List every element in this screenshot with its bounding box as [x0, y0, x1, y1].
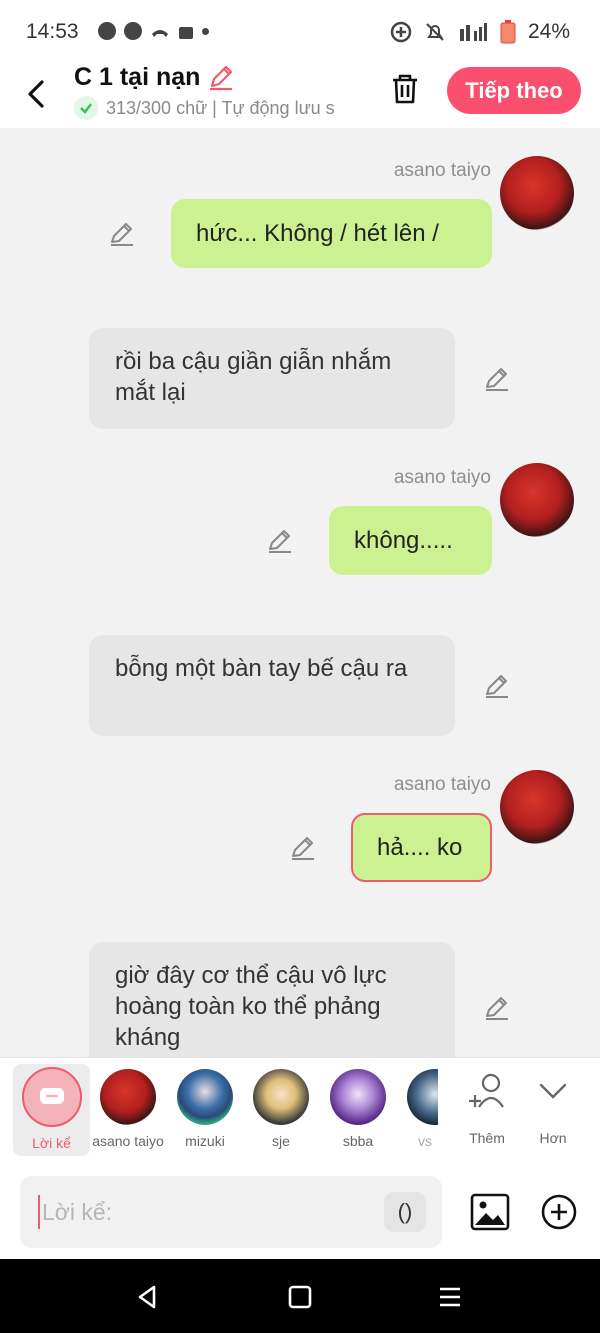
next-button[interactable]: Tiếp theo [447, 67, 581, 114]
avatar [100, 1069, 156, 1125]
character-item[interactable]: asano taiyo [90, 1069, 166, 1149]
fade-overlay [438, 1058, 458, 1165]
message-text: hả.... ko [377, 833, 463, 861]
character-label: vs [418, 1133, 432, 1149]
more-label: Thêm [469, 1130, 505, 1146]
narration-icon [21, 1067, 82, 1127]
message-text: hức... Không / hét lên / [196, 219, 439, 247]
editor-header: C 1 tại nạn 313/300 chữ | Tự động lưu s … [0, 62, 600, 128]
character-narrator[interactable]: Lời kể [13, 1064, 90, 1156]
narration-message[interactable]: giờ đây cơ thể cậu vô lực hoàng toàn ko … [89, 942, 455, 1072]
edit-icon[interactable] [108, 220, 136, 248]
dot-icon [202, 28, 209, 35]
image-icon[interactable] [470, 1193, 510, 1231]
battery-icon [500, 20, 516, 44]
shop-icon [179, 27, 193, 39]
edit-icon[interactable] [266, 527, 294, 555]
input-placeholder: Lời kể: [42, 1198, 113, 1225]
character-label: mizuki [185, 1133, 225, 1149]
narration-message[interactable]: bỗng một bàn tay bế cậu ra [89, 635, 455, 736]
character-item[interactable]: vs [396, 1069, 438, 1149]
character-item[interactable]: mizuki [167, 1069, 243, 1149]
edit-icon[interactable] [289, 834, 317, 862]
trash-icon[interactable] [388, 72, 422, 106]
character-item[interactable]: sbba [320, 1069, 396, 1149]
character-label: sje [272, 1133, 290, 1149]
avatar [330, 1069, 386, 1125]
add-person-icon [469, 1073, 504, 1108]
edit-title-icon[interactable] [206, 62, 236, 92]
avatar[interactable] [500, 463, 574, 537]
add-character-button[interactable]: Thêm [458, 1069, 516, 1146]
avatar [177, 1069, 233, 1125]
messenger-icon [98, 22, 116, 40]
text-caret [38, 1195, 40, 1229]
character-item[interactable]: sje [243, 1069, 319, 1149]
avatar[interactable] [500, 156, 574, 230]
chapter-title-text: C 1 tại nạn [74, 62, 201, 91]
edit-icon[interactable] [483, 672, 511, 700]
edit-icon[interactable] [483, 365, 511, 393]
message-text: giờ đây cơ thể cậu vô lực hoàng toàn ko … [115, 962, 387, 1051]
sync-icon [390, 21, 412, 43]
character-selector: Lời kể asano taiyo mizuki sje sbba vs Th… [0, 1057, 600, 1166]
word-count-status: 313/300 chữ | Tự động lưu s [74, 96, 362, 120]
character-label: asano taiyo [92, 1133, 164, 1149]
battery-level: 24% [527, 20, 570, 43]
sender-name: asano taiyo [393, 160, 491, 181]
character-message[interactable]: không..... [329, 506, 492, 575]
messenger-icon [124, 22, 142, 40]
add-icon[interactable] [540, 1193, 578, 1231]
character-message-selected[interactable]: hả.... ko [351, 813, 492, 882]
nav-back-icon[interactable] [134, 1283, 162, 1311]
avatar [407, 1069, 438, 1125]
narration-input[interactable]: Lời kể: () [20, 1176, 442, 1248]
character-label: sbba [342, 1133, 374, 1149]
word-count-text: 313/300 chữ | Tự động lưu s [106, 97, 335, 118]
status-bar: 14:53 24% [0, 0, 600, 62]
avatar [253, 1069, 309, 1125]
chevron-down-icon [539, 1083, 567, 1099]
message-text: bỗng một bàn tay bế cậu ra [115, 655, 408, 682]
nav-home-icon[interactable] [287, 1284, 313, 1310]
check-icon [74, 96, 98, 120]
input-bar: Lời kể: () [0, 1166, 600, 1259]
sender-name: asano taiyo [393, 467, 491, 488]
avatar[interactable] [500, 770, 574, 844]
message-text: rồi ba cậu giần giẫn nhắm mắt lại [115, 348, 392, 406]
character-message[interactable]: hức... Không / hét lên / [171, 199, 492, 268]
parentheses-button[interactable]: () [384, 1192, 426, 1232]
notification-icons [98, 22, 209, 40]
back-icon[interactable] [22, 74, 52, 114]
edit-icon[interactable] [483, 994, 511, 1022]
nav-menu-icon[interactable] [437, 1284, 463, 1310]
character-label: Lời kể [32, 1135, 71, 1151]
system-nav-bar [0, 1259, 600, 1333]
mute-icon [426, 23, 444, 41]
status-right: 24% [390, 20, 570, 44]
lte-icon [459, 23, 487, 41]
collapse-button[interactable]: Hơn [526, 1069, 580, 1146]
missed-call-icon [152, 30, 168, 37]
narration-message[interactable]: rồi ba cậu giần giẫn nhắm mắt lại [89, 328, 455, 429]
message-text: không..... [354, 526, 453, 554]
status-time: 14:53 [26, 20, 79, 43]
sender-name: asano taiyo [393, 774, 491, 795]
collapse-label: Hơn [539, 1130, 567, 1146]
chapter-title[interactable]: C 1 tại nạn [74, 62, 236, 92]
